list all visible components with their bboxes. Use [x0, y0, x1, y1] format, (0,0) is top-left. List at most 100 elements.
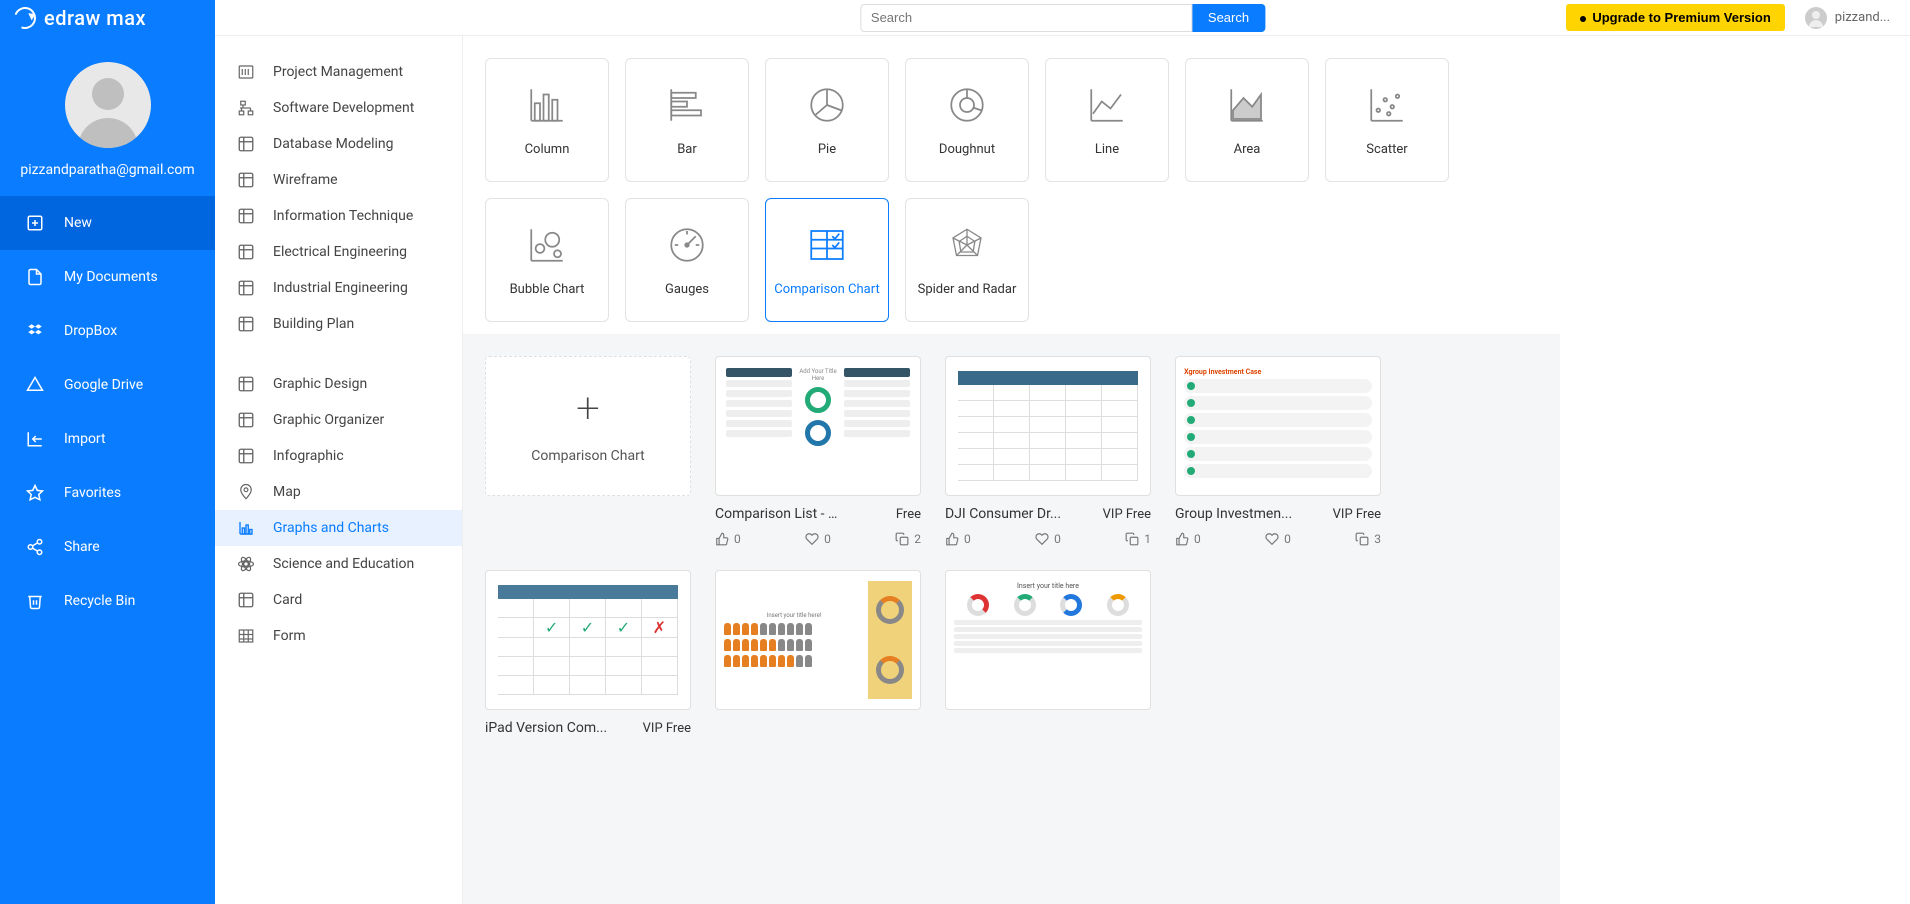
category-label: Form: [273, 628, 306, 644]
template-card[interactable]: DJI Consumer Dr...VIP Free001: [945, 356, 1151, 546]
category-sd[interactable]: Software Development: [215, 90, 462, 126]
nav-dropbox[interactable]: DropBox: [0, 304, 215, 358]
avatar[interactable]: [65, 62, 151, 148]
tile-label: Scatter: [1366, 142, 1407, 157]
user-avatar-icon: [1805, 7, 1827, 29]
nav-favorites[interactable]: Favorites: [0, 466, 215, 520]
category-go[interactable]: Graphic Organizer: [215, 402, 462, 438]
category-pm[interactable]: Project Management: [215, 54, 462, 90]
radar-chart-icon: [946, 224, 988, 266]
template-badge: Free: [896, 507, 921, 522]
template-card[interactable]: Insert your title here!: [715, 570, 921, 736]
tile-doughnut[interactable]: Doughnut: [905, 58, 1029, 182]
main-area: ColumnBarPie Doughnut Line Area Scatter Bubbl…: [463, 0, 1560, 904]
template-card[interactable]: ✓✓✓✗iPad Version Com...VIP Free: [485, 570, 691, 736]
category-card[interactable]: Card: [215, 582, 462, 618]
tile-radar[interactable]: Spider and Radar: [905, 198, 1029, 322]
chart-type-grid: ColumnBarPie Doughnut Line Area Scatter Bubbl…: [463, 36, 1560, 334]
category-gd[interactable]: Graphic Design: [215, 366, 462, 402]
category-ie[interactable]: Industrial Engineering: [215, 270, 462, 306]
category-label: Database Modeling: [273, 136, 394, 152]
gauges-chart-icon: [666, 224, 708, 266]
map-icon: [237, 483, 255, 501]
scatter-chart-icon: [1366, 84, 1408, 126]
import-icon: [26, 430, 44, 448]
likes: 0: [1175, 532, 1201, 546]
logo-icon: [10, 3, 39, 32]
sd-icon: [237, 99, 255, 117]
tile-label: Line: [1095, 142, 1119, 157]
category-wf[interactable]: Wireframe: [215, 162, 462, 198]
category-sci[interactable]: Science and Education: [215, 546, 462, 582]
nav-new[interactable]: New: [0, 196, 215, 250]
search-button[interactable]: Search: [1192, 4, 1265, 32]
category-label: Science and Education: [273, 556, 414, 572]
category-dm[interactable]: Database Modeling: [215, 126, 462, 162]
category-label: Infographic: [273, 448, 344, 464]
new-template-label: Comparison Chart: [531, 448, 645, 464]
nav-share[interactable]: Share: [0, 520, 215, 574]
upgrade-button[interactable]: Upgrade to Premium Version: [1566, 4, 1784, 31]
category-bp[interactable]: Building Plan: [215, 306, 462, 342]
likes: 0: [945, 532, 971, 546]
dot-icon: [1580, 16, 1586, 22]
category-label: Graphic Organizer: [273, 412, 384, 428]
tile-area[interactable]: Area: [1185, 58, 1309, 182]
tile-bar[interactable]: Bar: [625, 58, 749, 182]
category-it[interactable]: Information Technique: [215, 198, 462, 234]
tile-bubble[interactable]: Bubble Chart: [485, 198, 609, 322]
nav-recycle[interactable]: Recycle Bin: [0, 574, 215, 628]
copies: 3: [1355, 532, 1381, 546]
tile-label: Doughnut: [939, 142, 995, 157]
profile-block: pizzandparatha@gmail.com: [0, 36, 215, 196]
template-stats: 002: [715, 532, 921, 546]
nav-mydocs[interactable]: My Documents: [0, 250, 215, 304]
tile-pie[interactable]: Pie: [765, 58, 889, 182]
nav-label: My Documents: [64, 269, 158, 285]
template-title: DJI Consumer Dr...: [945, 506, 1061, 522]
search-input[interactable]: [860, 4, 1192, 32]
tile-column[interactable]: Column: [485, 58, 609, 182]
tile-label: Bubble Chart: [510, 282, 585, 297]
template-title: Group Investmen...: [1175, 506, 1292, 522]
category-charts[interactable]: Graphs and Charts: [215, 510, 462, 546]
topbar: Search Upgrade to Premium Version pizzan…: [215, 0, 1910, 36]
tile-label: Gauges: [665, 282, 709, 297]
copies: 2: [895, 532, 921, 546]
template-card[interactable]: Xgroup Investment Case Group Investmen...…: [1175, 356, 1381, 546]
template-card[interactable]: Insert your title here: [945, 570, 1151, 736]
app-name: edraw max: [44, 6, 146, 30]
category-label: Card: [273, 592, 302, 608]
bp-icon: [237, 315, 255, 333]
template-thumbnail: Xgroup Investment Case: [1175, 356, 1381, 496]
category-ee[interactable]: Electrical Engineering: [215, 234, 462, 270]
nav-import[interactable]: Import: [0, 412, 215, 466]
nav-list: New My Documents DropBoxGoogle DriveImport…: [0, 196, 215, 628]
category-form[interactable]: Form: [215, 618, 462, 654]
user-menu[interactable]: pizzand...: [1805, 7, 1890, 29]
nav-label: Recycle Bin: [64, 593, 135, 609]
tile-comparison[interactable]: Comparison Chart: [765, 198, 889, 322]
category-label: Map: [273, 484, 301, 500]
column-chart-icon: [526, 84, 568, 126]
template-gallery: +Comparison ChartAdd Your Title HereComp…: [463, 334, 1560, 904]
gdrive-icon: [26, 376, 44, 394]
nav-label: Favorites: [64, 485, 121, 501]
template-card[interactable]: Add Your Title HereComparison List - Pas…: [715, 356, 921, 546]
category-label: Electrical Engineering: [273, 244, 407, 260]
tile-line[interactable]: Line: [1045, 58, 1169, 182]
category-map[interactable]: Map: [215, 474, 462, 510]
tile-gauges[interactable]: Gauges: [625, 198, 749, 322]
template-badge: VIP Free: [1333, 507, 1381, 522]
new-blank-template[interactable]: +Comparison Chart: [485, 356, 691, 546]
template-stats: 003: [1175, 532, 1381, 546]
tile-scatter[interactable]: Scatter: [1325, 58, 1449, 182]
info-icon: [237, 447, 255, 465]
nav-label: Share: [64, 539, 100, 555]
nav-gdrive[interactable]: Google Drive: [0, 358, 215, 412]
favs: 0: [1035, 532, 1061, 546]
template-title: Comparison List - Pas...: [715, 506, 845, 522]
category-label: Industrial Engineering: [273, 280, 408, 296]
tile-label: Spider and Radar: [918, 282, 1017, 297]
category-info[interactable]: Infographic: [215, 438, 462, 474]
